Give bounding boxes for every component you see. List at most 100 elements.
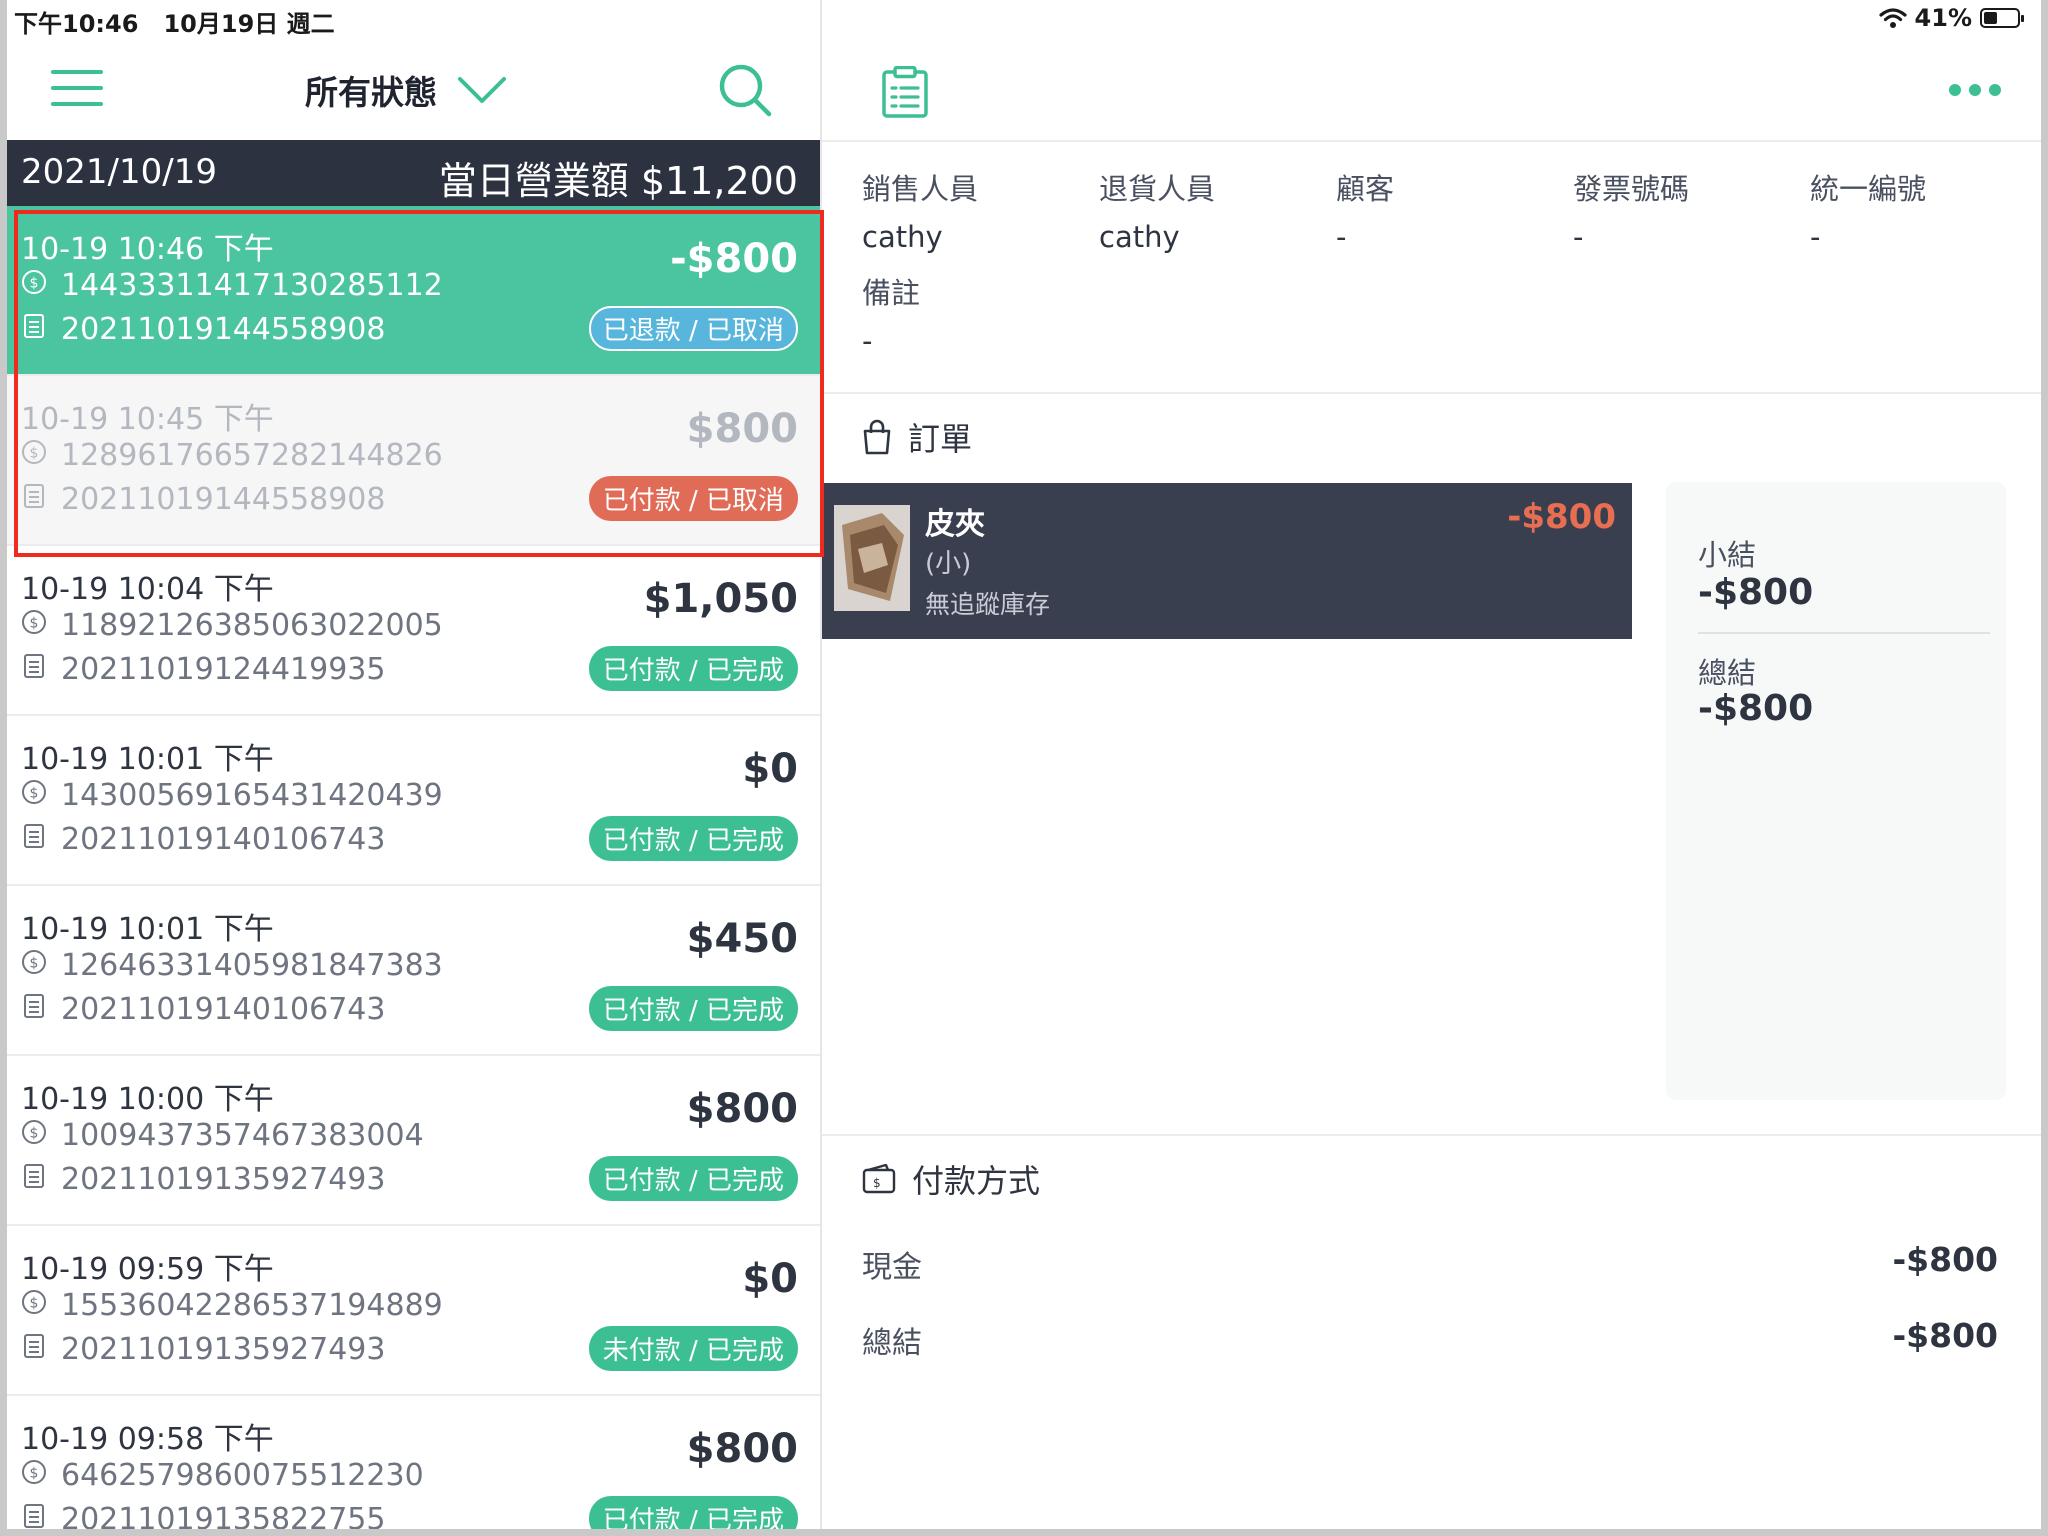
receipt-icon: [21, 1332, 47, 1367]
status-filter-label: 所有狀態: [305, 73, 437, 112]
list-date: 2021/10/19: [21, 152, 217, 192]
order-list-item[interactable]: 10-19 09:58 下午 $6462579860075512230 202110…: [7, 1396, 820, 1536]
tax-id-label: 統一編號: [1810, 172, 1927, 206]
payment-amount: -$800: [1892, 1240, 1998, 1279]
coin-icon: $: [21, 1288, 47, 1323]
payment-id: 1443331141713028511​2: [61, 268, 443, 303]
receipt-icon: [21, 1502, 47, 1536]
menu-icon: [51, 70, 103, 74]
invoice-row: 20211019135822755: [21, 1502, 385, 1536]
menu-button[interactable]: [51, 70, 103, 108]
order-list-item[interactable]: 10-19 10:01 下午 $1430056916543142043​9 2021…: [7, 716, 820, 886]
invoice-number: 20211019140106743: [61, 822, 386, 857]
payment-id-row: $1264633140598184738​3: [21, 948, 443, 983]
invoice-row: 20211019144558908: [21, 482, 385, 517]
receipt-icon: [21, 652, 47, 687]
svg-text:$: $: [30, 1126, 39, 1142]
order-amount: $0: [742, 746, 798, 792]
order-time: 10-19 10:01 下午: [21, 912, 274, 947]
order-list-item[interactable]: 10-19 10:46 下午 $1443331141713028511​2 2021…: [7, 206, 820, 376]
orders-pane: 所有狀態 2021/10/19 當日營業額 $11,200 10-19 10:4…: [7, 36, 820, 1536]
customer-field: 顧客 -: [1336, 166, 1394, 254]
order-list-item[interactable]: 10-19 09:59 下午 $1553604228653719488​9 2021…: [7, 1226, 820, 1396]
payment-row-total: 總結 -$800: [862, 1316, 1998, 1362]
order-line-item[interactable]: 皮夾 (小) 無追蹤庫存 -$800: [822, 483, 1632, 639]
daily-revenue: 當日營業額 $11,200: [438, 159, 798, 203]
return-field: 退貨人員 cathy: [1099, 166, 1215, 254]
wallet-icon: $: [862, 1164, 896, 1194]
note-value: -: [862, 324, 873, 358]
battery-fill: [1984, 12, 1998, 24]
payment-divider: [822, 1134, 2041, 1136]
payment-id-row: $1189212638506302200​5: [21, 608, 443, 643]
invoice-row: 20211019135927493: [21, 1332, 385, 1367]
dot: [1989, 84, 2001, 96]
order-section-title: 訂單: [862, 414, 972, 460]
status-right: 41%: [1878, 4, 2024, 32]
order-list-item[interactable]: 10-19 10:04 下午 $1189212638506302200​5 2021…: [7, 546, 820, 716]
status-badge: 已付款 / 已完成: [588, 1496, 798, 1536]
order-amount: $800: [686, 406, 798, 452]
invoice-number: 20211019140106743: [61, 992, 386, 1027]
order-time: 10-19 09:58 下午: [21, 1422, 274, 1457]
status-filter-dropdown[interactable]: 所有狀態: [305, 66, 507, 114]
product-price: -$800: [1507, 497, 1616, 537]
receipt-icon: [21, 482, 47, 517]
dot: [1949, 84, 1961, 96]
order-time: 10-19 10:46 下午: [21, 232, 274, 267]
order-time: 10-19 10:00 下午: [21, 1082, 274, 1117]
search-icon[interactable]: [717, 62, 773, 118]
order-amount: -$800: [670, 236, 798, 282]
menu-icon-line: [51, 102, 103, 106]
battery-icon: [1980, 8, 2024, 28]
orders-toolbar: 所有狀態: [7, 36, 820, 140]
subtotal-label: 小結: [1698, 538, 1757, 572]
payment-id: 1264633140598184738​3: [61, 948, 443, 983]
return-value: cathy: [1099, 220, 1180, 254]
order-amount: $450: [686, 916, 798, 962]
return-label: 退貨人員: [1099, 172, 1216, 206]
invoice-row: 20211019140106743: [21, 992, 385, 1027]
note-label: 備註: [862, 276, 921, 310]
order-list-item[interactable]: 10-19 10:45 下午 $1289617665728214482​6 2021…: [7, 376, 820, 546]
order-list-item[interactable]: 10-19 10:00 下午 $1009437357467383004 202110…: [7, 1056, 820, 1226]
status-badge: 已退款 / 已取消: [588, 306, 798, 351]
receipt-icon: [21, 992, 47, 1027]
invoice-number: 20211019144558908: [61, 312, 386, 347]
chevron-down-icon: [458, 77, 506, 103]
svg-text:$: $: [873, 1176, 881, 1190]
status-badge: 已付款 / 已取消: [588, 476, 798, 521]
more-options-button[interactable]: [1949, 84, 2001, 96]
payment-id: 6462579860075512230: [61, 1458, 424, 1493]
payment-id-row: $6462579860075512230: [21, 1458, 424, 1493]
invoice-label: 發票號碼: [1573, 172, 1690, 206]
payment-row-cash: 現金 -$800: [862, 1240, 1998, 1286]
payment-id: 1189212638506302200​5: [61, 608, 443, 643]
status-badge: 已付款 / 已完成: [588, 816, 798, 861]
svg-text:$: $: [30, 956, 39, 972]
status-badge: 已付款 / 已完成: [588, 986, 798, 1031]
order-info: 銷售人員 cathy 退貨人員 cathy 顧客 - 發票號碼 - 統一編號 -…: [822, 142, 2041, 394]
invoice-row: 20211019135927493: [21, 1162, 385, 1197]
payment-id-row: $1009437357467383004: [21, 1118, 424, 1153]
sales-label: 銷售人員: [862, 172, 979, 206]
customer-label: 顧客: [1336, 172, 1395, 206]
invoice-row: 20211019140106743: [21, 822, 385, 857]
order-amount: $1,050: [643, 576, 798, 622]
note-field: 備註 -: [862, 270, 920, 358]
order-amount: $800: [686, 1426, 798, 1472]
order-time: 10-19 09:59 下午: [21, 1252, 274, 1287]
customer-value: -: [1336, 220, 1347, 254]
order-detail-pane: 銷售人員 cathy 退貨人員 cathy 顧客 - 發票號碼 - 統一編號 -…: [822, 36, 2041, 1536]
payment-label: 總結: [862, 1326, 922, 1361]
dot: [1969, 84, 1981, 96]
total-label: 總結: [1698, 656, 1757, 690]
product-stock: 無追蹤庫存: [925, 590, 1051, 619]
payment-id: 1553604228653719488​9: [61, 1288, 443, 1323]
svg-text:$: $: [30, 446, 39, 462]
menu-icon-line: [51, 86, 103, 90]
order-list-item[interactable]: 10-19 10:01 下午 $1264633140598184738​3 2021…: [7, 886, 820, 1056]
daily-summary-bar: 2021/10/19 當日營業額 $11,200: [7, 140, 820, 206]
clipboard-icon[interactable]: [880, 66, 930, 118]
tax-id-field: 統一編號 -: [1810, 166, 1926, 254]
